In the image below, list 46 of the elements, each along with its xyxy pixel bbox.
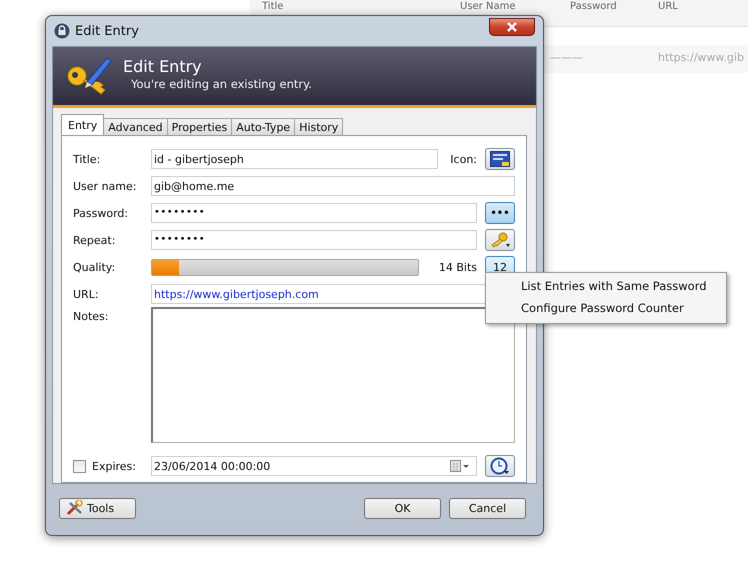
show-password-button[interactable]: ••• (485, 202, 515, 224)
clock-button[interactable] (485, 455, 515, 477)
tab[interactable]: Properties (166, 118, 232, 135)
field-label: Title: (73, 152, 102, 166)
tab[interactable]: Auto-Type (231, 118, 296, 135)
close-icon (507, 22, 517, 32)
text-field[interactable]: gib@home.me (151, 176, 515, 196)
column-header: URL (658, 1, 678, 12)
field-label: Notes: (73, 310, 110, 323)
table-cell: ——— (550, 51, 583, 64)
field-label: Expires: (92, 460, 136, 472)
password-field[interactable]: •••••••• (151, 203, 477, 223)
field-label: Icon: (450, 152, 477, 166)
password-field[interactable]: •••••••• (151, 230, 477, 250)
checkbox[interactable] (73, 460, 86, 472)
field-label: Password: (73, 206, 130, 220)
column-header: User Name (460, 1, 516, 12)
key-gear-icon (489, 232, 511, 248)
field-label: User name: (73, 180, 138, 192)
lock-icon (54, 23, 70, 39)
tab[interactable]: Entry (61, 114, 104, 135)
field-label: URL: (73, 288, 100, 300)
window-title: Edit Entry (75, 24, 140, 38)
field-label: Repeat: (73, 234, 116, 246)
tools-icon (66, 500, 84, 516)
tab[interactable]: History (294, 118, 344, 135)
icon-picker-button[interactable] (485, 148, 515, 170)
calendar-dropdown-icon (450, 460, 470, 472)
column-header: Password (570, 1, 617, 12)
close-button[interactable] (489, 18, 535, 36)
cancel-button[interactable]: Cancel (449, 498, 526, 518)
generator-button[interactable] (485, 229, 515, 251)
tab[interactable]: Advanced (103, 118, 168, 135)
card-icon (490, 151, 510, 167)
ok-button[interactable]: OK (364, 498, 441, 518)
tools-button[interactable]: Tools (59, 498, 136, 518)
banner-subtitle: You're editing an existing entry. (130, 77, 312, 91)
banner-heading: Edit Entry (123, 57, 203, 76)
quality-reading: 14 Bits (438, 260, 477, 274)
table-cell: https://www.gib (658, 51, 744, 64)
field-label: Quality: (73, 260, 116, 274)
date-value: 23/06/2014 00:00:00 (154, 460, 270, 472)
date-field[interactable]: 23/06/2014 00:00:00 (151, 456, 477, 476)
clock-icon (490, 457, 510, 475)
text-field[interactable]: id - gibertjoseph (151, 149, 438, 169)
column-header: Title (262, 1, 284, 12)
